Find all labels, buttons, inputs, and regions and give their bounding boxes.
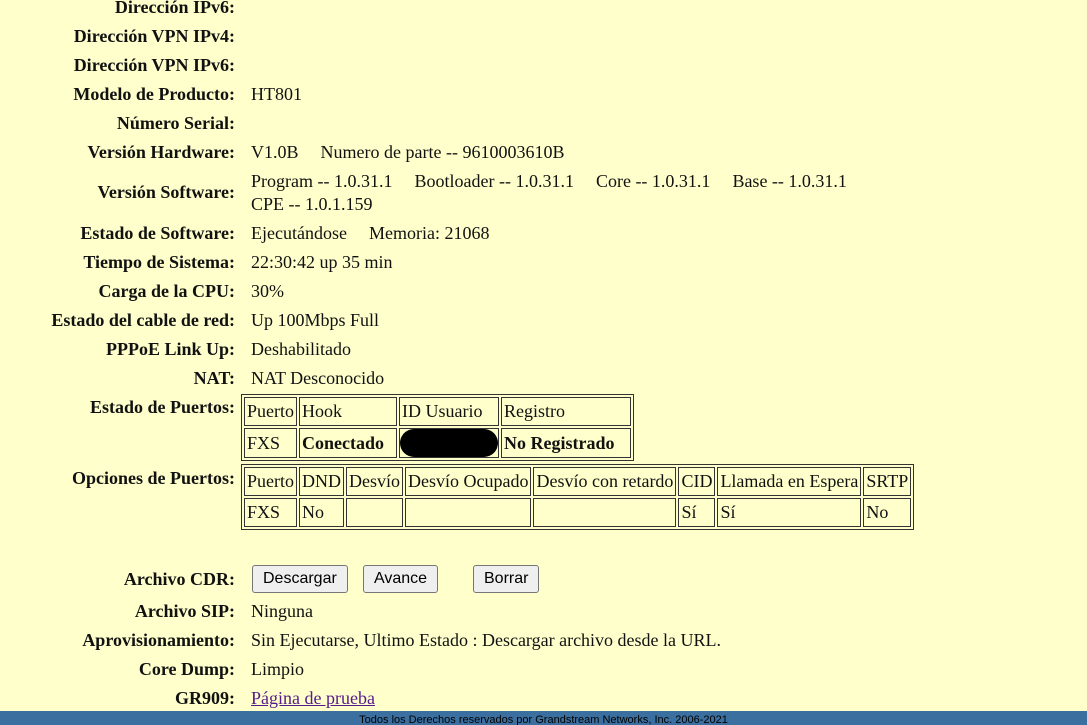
header-cell: ID Usuario (399, 397, 499, 426)
value-gr909: Página de prueba (251, 688, 375, 709)
value-uptime: 22:30:42 up 35 min (251, 252, 393, 272)
value-core-dump: Limpio (251, 659, 304, 679)
value-nat: NAT Desconocido (251, 368, 385, 388)
table-cell (346, 498, 403, 527)
table-row: FXS Conectado No Registrado (244, 428, 631, 458)
header-cell: Puerto (244, 467, 297, 496)
header-cell: Desvío Ocupado (405, 467, 532, 496)
label-model: Modelo de Producto: (73, 84, 235, 104)
table-cell: Sí (717, 498, 862, 527)
software-cpe: CPE -- 1.0.1.159 (251, 194, 373, 214)
label-sw-state: Estado de Software: (80, 223, 235, 243)
header-cell: Puerto (244, 397, 297, 426)
value-provisioning: Sin Ejecutarse, Ultimo Estado : Descarga… (251, 630, 722, 650)
test-page-link[interactable]: Página de prueba (251, 688, 375, 708)
label-provisioning: Aprovisionamiento: (82, 630, 235, 650)
table-header-row: Puerto Hook ID Usuario Registro (244, 397, 631, 426)
header-cell: Desvío con retardo (533, 467, 677, 496)
header-cell: Desvío (346, 467, 403, 496)
table-row: FXS No Sí Sí No (244, 498, 912, 527)
label-cpu: Carga de la CPU: (98, 281, 235, 301)
table-cell: No Registrado (501, 428, 631, 458)
hardware-part-number: Numero de parte -- 9610003610B (320, 142, 565, 162)
label-cable: Estado del cable de red: (51, 310, 235, 330)
value-sw-state: Ejecutándose Memoria: 21068 (251, 223, 489, 244)
header-cell: Registro (501, 397, 631, 426)
table-cell: Conectado (299, 428, 397, 458)
label-vpn-ipv4: Dirección VPN IPv4: (73, 26, 235, 46)
download-button[interactable]: Descargar (252, 565, 348, 593)
table-cell (405, 498, 532, 527)
software-core: Core -- 1.0.31.1 (595, 171, 711, 191)
port-status-table: Puerto Hook ID Usuario Registro FXS Cone… (241, 394, 634, 461)
value-cable: Up 100Mbps Full (251, 310, 380, 330)
sw-memory: Memoria: 21068 (368, 223, 490, 243)
header-cell: SRTP (863, 467, 912, 496)
delete-button[interactable]: Borrar (473, 565, 540, 593)
value-cpu: 30% (251, 281, 284, 301)
software-line-1: Program -- 1.0.31.1 Bootloader -- 1.0.31.… (251, 171, 847, 192)
label-port-options: Opciones de Puertos: (72, 468, 235, 488)
software-base: Base -- 1.0.31.1 (732, 171, 847, 191)
label-core-dump: Core Dump: (138, 659, 235, 679)
value-hardware: V1.0B Numero de parte -- 9610003610B (251, 142, 564, 163)
port-options-table: Puerto DND Desvío Desvío Ocupado Desvío … (241, 464, 915, 530)
header-cell: Llamada en Espera (717, 467, 862, 496)
table-cell: No (863, 498, 912, 527)
cdr-buttons: Descargar Avance Borrar (0, 565, 1087, 595)
label-serial: Número Serial: (116, 113, 235, 133)
software-bootloader: Bootloader -- 1.0.31.1 (414, 171, 574, 191)
table-cell (533, 498, 677, 527)
table-cell-redacted (399, 428, 499, 458)
table-header-row: Puerto DND Desvío Desvío Ocupado Desvío … (244, 467, 912, 496)
redaction-mark (400, 429, 498, 457)
footer: Todos los Derechos reservados por Grands… (0, 711, 1087, 725)
label-uptime: Tiempo de Sistema: (83, 252, 235, 272)
label-sip: Archivo SIP: (134, 601, 235, 621)
value-sip: Ninguna (251, 601, 313, 621)
hardware-version: V1.0B (251, 142, 299, 162)
label-port-status: Estado de Puertos: (90, 397, 235, 417)
table-cell: No (299, 498, 344, 527)
header-cell: CID (678, 467, 716, 496)
label-vpn-ipv6: Dirección VPN IPv6: (73, 55, 235, 75)
table-cell: FXS (244, 428, 297, 458)
value-pppoe: Deshabilitado (251, 339, 351, 359)
label-ipv6: Dirección IPv6: (114, 0, 235, 17)
value-model: HT801 (251, 84, 302, 104)
label-gr909: GR909: (175, 688, 235, 708)
label-hardware: Versión Hardware: (87, 142, 236, 162)
label-software: Versión Software: (97, 182, 236, 202)
software-program: Program -- 1.0.31.1 (251, 171, 393, 191)
table-cell: Sí (678, 498, 716, 527)
advance-button[interactable]: Avance (363, 565, 439, 593)
header-cell: Hook (299, 397, 397, 426)
header-cell: DND (299, 467, 344, 496)
sw-state: Ejecutándose (251, 223, 347, 243)
label-pppoe: PPPoE Link Up: (105, 339, 235, 359)
label-nat: NAT: (193, 368, 235, 388)
table-cell: FXS (244, 498, 297, 527)
